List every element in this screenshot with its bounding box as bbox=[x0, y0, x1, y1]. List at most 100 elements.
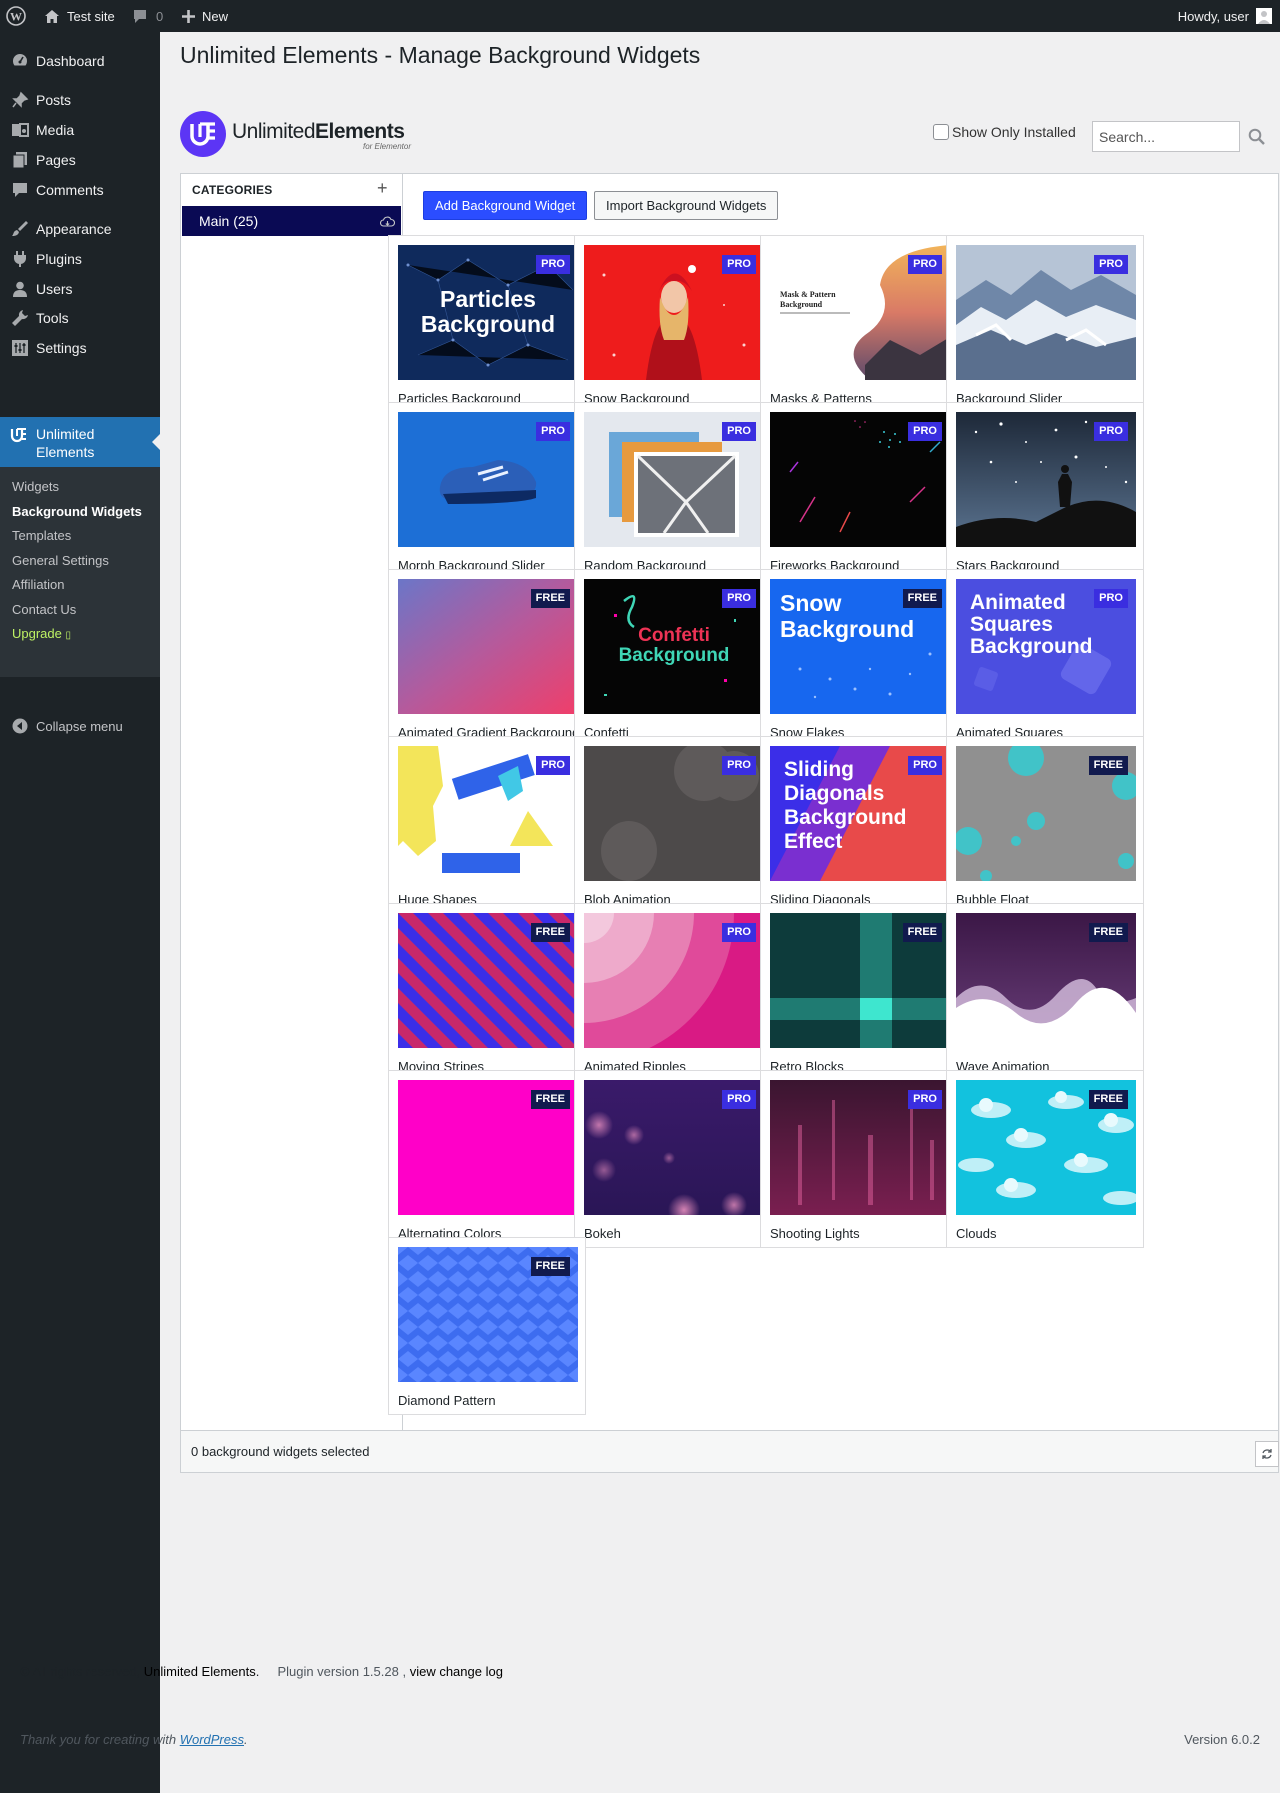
menu-unlimited-elements[interactable]: Unlimited Elements bbox=[0, 417, 160, 467]
media-icon bbox=[10, 120, 30, 140]
pro-badge: PRO bbox=[1094, 422, 1128, 441]
menu-comments[interactable]: Comments bbox=[0, 173, 160, 207]
collapse-menu[interactable]: Collapse menu bbox=[0, 709, 160, 743]
pages-icon bbox=[10, 150, 30, 170]
widget-thumbnail: PRO bbox=[584, 412, 764, 547]
comments-link[interactable]: 0 bbox=[132, 0, 163, 32]
widget-card[interactable]: PRO Background Slider bbox=[946, 235, 1144, 413]
unlimited-elements-submenu: Widgets Background Widgets Templates Gen… bbox=[0, 467, 160, 677]
menu-label: Users bbox=[36, 281, 73, 297]
menu-media[interactable]: Media bbox=[0, 113, 160, 147]
checkbox-box[interactable] bbox=[933, 124, 949, 140]
import-background-widgets-button[interactable]: Import Background Widgets bbox=[594, 191, 779, 220]
submenu-templates[interactable]: Templates bbox=[12, 528, 71, 543]
menu-appearance[interactable]: Appearance bbox=[0, 212, 160, 246]
widget-card[interactable]: Particles Background PRO Particles Backgro… bbox=[388, 235, 586, 413]
pro-badge: PRO bbox=[722, 1090, 756, 1109]
widget-card[interactable]: FREE Diamond Pattern bbox=[388, 1237, 586, 1415]
widget-card[interactable]: FREE Retro Blocks bbox=[760, 903, 958, 1081]
menu-plugins[interactable]: Plugins bbox=[0, 242, 160, 276]
add-category-plus-icon[interactable]: + bbox=[377, 178, 388, 199]
selected-count: 0 background widgets selected bbox=[191, 1444, 370, 1459]
search-icon[interactable] bbox=[1245, 125, 1267, 147]
collapse-label: Collapse menu bbox=[36, 718, 123, 734]
widget-card[interactable]: Sliding Diagonals Background Effect PRO Sl… bbox=[760, 736, 958, 914]
menu-dashboard[interactable]: Dashboard bbox=[0, 44, 160, 78]
widget-card[interactable]: Animated Squares Background PRO Animated S… bbox=[946, 569, 1144, 747]
menu-label: Media bbox=[36, 122, 75, 138]
widget-card[interactable]: FREE Wave Animation bbox=[946, 903, 1144, 1081]
menu-settings[interactable]: Settings bbox=[0, 331, 160, 365]
svg-text:Confetti: Confetti bbox=[638, 625, 710, 646]
avatar bbox=[1256, 8, 1272, 24]
widget-card[interactable]: FREE Alternating Colors bbox=[388, 1070, 586, 1248]
add-background-widget-button[interactable]: Add Background Widget bbox=[423, 191, 588, 220]
menu-label: Pages bbox=[36, 152, 76, 168]
widget-thumbnail: PRO bbox=[956, 412, 1136, 547]
howdy-text: Howdy, user bbox=[1177, 8, 1249, 24]
widget-card[interactable]: FREE Clouds bbox=[946, 1070, 1144, 1248]
new-content-link[interactable]: New bbox=[182, 0, 228, 32]
wordpress-logo-icon[interactable]: W bbox=[6, 0, 26, 32]
wordpress-link[interactable]: WordPress bbox=[180, 1732, 244, 1747]
external-link-icon: ▯ bbox=[65, 630, 72, 641]
free-badge: FREE bbox=[902, 923, 942, 942]
widget-thumbnail: PRO bbox=[770, 412, 950, 547]
widget-thumbnail: FREE bbox=[398, 579, 578, 714]
menu-pages[interactable]: Pages bbox=[0, 143, 160, 177]
menu-tools[interactable]: Tools bbox=[0, 301, 160, 335]
logo-subtitle: for Elementor bbox=[363, 142, 412, 151]
widget-thumbnail: FREE bbox=[770, 913, 950, 1048]
submenu-upgrade[interactable]: Upgrade ▯ bbox=[12, 626, 71, 641]
brand-link[interactable]: Unlimited Elements bbox=[144, 1664, 256, 1679]
thanks-line: Thank you for creating with WordPress. bbox=[20, 1732, 248, 1747]
pro-badge: PRO bbox=[536, 756, 570, 775]
pro-badge: PRO bbox=[536, 422, 570, 441]
refresh-icon[interactable] bbox=[1255, 1441, 1279, 1467]
svg-text:Squares: Squares bbox=[970, 613, 1053, 636]
pro-badge: PRO bbox=[908, 255, 942, 274]
account-menu[interactable]: Howdy, user bbox=[1178, 0, 1272, 32]
widget-card[interactable]: PRO Shooting Lights bbox=[760, 1070, 958, 1248]
plugin-version: Plugin version 1.5.28 , bbox=[277, 1664, 407, 1679]
widget-card[interactable]: Confetti Background PRO Confetti bbox=[574, 569, 772, 747]
pro-badge: PRO bbox=[722, 756, 756, 775]
submenu-affiliation[interactable]: Affiliation bbox=[12, 577, 65, 592]
widget-card[interactable]: PRO Stars Background bbox=[946, 402, 1144, 580]
widget-thumbnail: PRO bbox=[770, 1080, 950, 1215]
widget-card[interactable]: FREE Bubble Float bbox=[946, 736, 1144, 914]
site-link[interactable]: Test site bbox=[44, 0, 115, 32]
widget-card[interactable]: PRO Random Background bbox=[574, 402, 772, 580]
submenu-contact-us[interactable]: Contact Us bbox=[12, 602, 76, 617]
widget-card[interactable]: FREE Animated Gradient Background bbox=[388, 569, 586, 747]
menu-posts[interactable]: Posts bbox=[0, 83, 160, 117]
widget-thumbnail: PRO bbox=[584, 746, 764, 881]
widget-card[interactable]: PRO Blob Animation bbox=[574, 736, 772, 914]
submenu-general-settings[interactable]: General Settings bbox=[12, 553, 109, 568]
submenu-background-widgets[interactable]: Background Widgets bbox=[12, 504, 142, 519]
widget-card[interactable]: PRO Morph Background Slider bbox=[388, 402, 586, 580]
widget-card[interactable]: FREE Moving Stripes bbox=[388, 903, 586, 1081]
widget-card[interactable]: Mask & Pattern Background PRO Masks & Pat… bbox=[760, 235, 958, 413]
category-main[interactable]: Main (25) bbox=[182, 206, 401, 236]
free-badge: FREE bbox=[902, 589, 942, 608]
menu-label: Plugins bbox=[36, 251, 82, 267]
categories-heading: CATEGORIES bbox=[192, 183, 273, 197]
search-input[interactable] bbox=[1092, 121, 1240, 152]
svg-text:Snow: Snow bbox=[780, 590, 841, 616]
thanks-prefix: Thank you for creating with bbox=[20, 1732, 177, 1747]
widget-card[interactable]: PRO Bokeh bbox=[574, 1070, 772, 1248]
widget-card[interactable]: PRO Huge Shapes bbox=[388, 736, 586, 914]
widget-card[interactable]: Snow Background FREE Snow Flakes bbox=[760, 569, 958, 747]
widget-card[interactable]: PRO Fireworks Background bbox=[760, 402, 958, 580]
settings-icon bbox=[10, 338, 30, 358]
show-only-installed-checkbox[interactable]: Show Only Installed bbox=[933, 124, 1076, 140]
widget-card[interactable]: PRO Animated Ripples bbox=[574, 903, 772, 1081]
dashboard-icon bbox=[10, 51, 30, 71]
submenu-widgets[interactable]: Widgets bbox=[12, 479, 59, 494]
widget-card[interactable]: PRO Snow Background bbox=[574, 235, 772, 413]
upgrade-label: Upgrade bbox=[12, 626, 62, 641]
plus-icon bbox=[182, 9, 195, 23]
download-cloud-icon[interactable] bbox=[380, 215, 396, 231]
change-log-link[interactable]: view change log bbox=[410, 1664, 503, 1679]
